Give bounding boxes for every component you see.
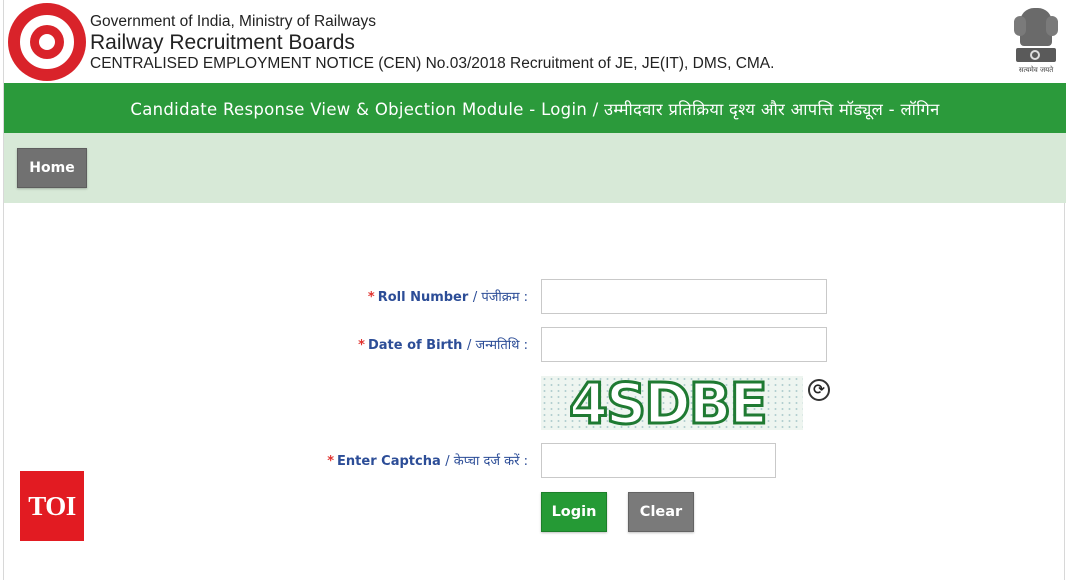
captcha-label-hindi: / केप्चा दर्ज करें : — [445, 454, 528, 469]
captcha-image: 4SDBE — [541, 376, 803, 430]
required-mark: * — [367, 290, 375, 305]
indian-railways-logo — [8, 3, 86, 81]
emblem-motto: सत्यमेव जयते — [1018, 66, 1054, 74]
captcha-label-text: Enter Captcha — [337, 454, 441, 469]
captcha-refresh-icon[interactable]: ⟳ — [808, 379, 830, 401]
header-ministry: Government of India, Ministry of Railway… — [90, 13, 376, 30]
dob-label-text: Date of Birth — [367, 338, 463, 353]
dob-label-hindi: / जन्मतिथि : — [466, 338, 528, 353]
logo-core — [30, 25, 64, 59]
clear-button[interactable]: Clear — [628, 492, 694, 532]
login-button[interactable]: Login — [541, 492, 607, 532]
roll-number-label-text: Roll Number — [377, 290, 469, 305]
national-emblem-logo: सत्यमेव जयते — [1012, 4, 1060, 80]
captcha-code: 4SDBE — [568, 376, 770, 430]
module-title: Candidate Response View & Objection Modu… — [130, 100, 940, 119]
dob-input[interactable] — [541, 327, 827, 362]
roll-number-label: * Roll Number / पंजीक्रम : — [334, 287, 528, 305]
roll-number-label-hindi: / पंजीक्रम : — [472, 290, 528, 305]
header-notice: CENTRALISED EMPLOYMENT NOTICE (CEN) No.0… — [90, 55, 775, 72]
roll-number-input[interactable] — [541, 279, 827, 314]
site-header: Government of India, Ministry of Railway… — [4, 0, 1066, 83]
logo-ring — [17, 12, 77, 72]
header-org-name: Railway Recruitment Boards — [90, 31, 355, 54]
page-frame: Government of India, Ministry of Railway… — [3, 0, 1066, 580]
captcha-input[interactable] — [541, 443, 776, 478]
captcha-label: * Enter Captcha / केप्चा दर्ज करें : — [304, 451, 528, 469]
required-mark: * — [358, 338, 365, 353]
emblem-lion-icon — [1014, 8, 1058, 46]
toi-watermark-logo: TOI — [20, 471, 84, 541]
module-title-bar: Candidate Response View & Objection Modu… — [4, 83, 1066, 133]
required-mark: * — [327, 454, 335, 469]
home-button[interactable]: Home — [17, 148, 87, 188]
emblem-wheel-icon — [1030, 50, 1040, 60]
dob-label: * Date of Birth / जन्मतिथि : — [334, 335, 528, 353]
nav-bar: Home — [4, 133, 1066, 203]
